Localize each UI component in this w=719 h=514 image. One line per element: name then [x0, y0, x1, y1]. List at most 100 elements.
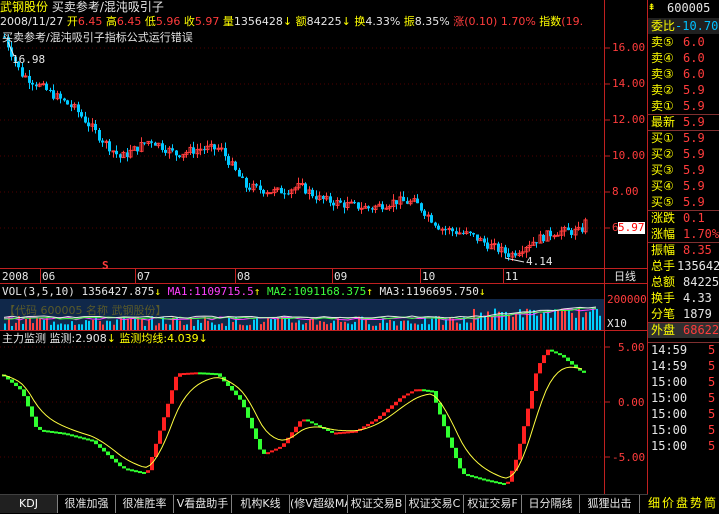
- volume-bar: [200, 322, 202, 330]
- tick-price: 5: [708, 407, 716, 421]
- volume-bar: [60, 323, 62, 330]
- volume-bar: [46, 318, 48, 330]
- monitor-bar: [142, 471, 146, 474]
- monitor-bar: [442, 414, 446, 427]
- volume-bar: [407, 320, 409, 330]
- indicator-tab[interactable]: (修V超级MACD): [290, 495, 348, 513]
- monitor-bar: [166, 403, 170, 418]
- candle-body: [41, 83, 46, 86]
- indicator-tab[interactable]: KDJ: [0, 495, 58, 513]
- monitor-bar: [26, 396, 30, 407]
- stat-row-label: 换手: [651, 291, 676, 305]
- candle-body: [367, 206, 370, 209]
- monitor-bar: [546, 349, 550, 356]
- candle-body: [150, 141, 153, 143]
- panel-tab[interactable]: 筒: [704, 494, 716, 513]
- volume-bar: [57, 324, 59, 330]
- monitor-bar: [394, 401, 398, 406]
- monitor-bar: [242, 399, 246, 408]
- buy-row-value: 5.9: [683, 179, 705, 193]
- period-selector[interactable]: 日线: [614, 271, 636, 283]
- volume-bar: [599, 315, 601, 330]
- monitor-bar: [246, 407, 250, 418]
- monitor-bar: [218, 373, 222, 377]
- monitor-bar: [118, 462, 122, 467]
- panel-tab[interactable]: 细: [648, 494, 660, 513]
- sell-row-label: 卖②: [651, 83, 674, 97]
- buy-row-label: 买③: [651, 163, 674, 177]
- volume-bar: [456, 322, 458, 330]
- volume-bar: [340, 321, 342, 330]
- volume-bar: [116, 319, 118, 330]
- indicator-tab[interactable]: 权证交易F: [464, 495, 522, 513]
- candle-body: [549, 230, 552, 237]
- indicator-tab[interactable]: 机构K线: [232, 495, 290, 513]
- volume-bar: [141, 318, 143, 330]
- monitor-bar: [258, 438, 262, 450]
- sell-row-value: 5.9: [683, 99, 705, 113]
- volume-bar: [382, 318, 384, 330]
- monitor-bar: [314, 423, 318, 426]
- volume-bar: [270, 319, 272, 330]
- volume-bar: [298, 320, 300, 330]
- volume-bar: [193, 325, 195, 330]
- period-low-label: 4.14: [526, 255, 553, 268]
- sell-row: 卖② 5.9: [648, 82, 719, 98]
- volume-bar: [186, 324, 188, 330]
- monitor-bar: [498, 482, 502, 485]
- volume-bar: [78, 324, 80, 330]
- monitor-bar: [334, 432, 338, 435]
- monitor-bar: [522, 426, 526, 444]
- pin-icon[interactable]: ⇞: [648, 0, 660, 13]
- ohlc-date: 2008/11/27: [0, 15, 64, 28]
- candle-body: [136, 146, 139, 152]
- indicator-tab[interactable]: 很准加强: [58, 495, 116, 513]
- panel-tab[interactable]: 盘: [676, 494, 688, 513]
- buy-row: 买③ 5.9: [648, 162, 719, 178]
- monitor-bar: [22, 389, 26, 397]
- high-label: 高: [105, 15, 117, 28]
- volume-bar: [557, 309, 559, 330]
- quote-panel: ⇞ 600005 委比 -10.70 卖⑤ 6.0 卖④ 6.0 卖③ 6.0 卖② 5.9 卖…: [648, 0, 719, 513]
- indicator-tab[interactable]: 狐狸出击: [580, 495, 640, 513]
- volume-bar: [547, 310, 549, 330]
- monitor-bar: [474, 476, 478, 479]
- monitor-bar: [18, 386, 22, 390]
- indicator-name[interactable]: 买卖参考/混沌吸引子: [52, 0, 164, 14]
- candle-body: [555, 234, 560, 237]
- y-tick: 14.00: [612, 77, 646, 90]
- current-price-tag: 5.97: [618, 221, 645, 234]
- volume-bar: [50, 324, 52, 330]
- monitor-bar: [30, 406, 34, 417]
- volume-bar: [414, 323, 416, 330]
- monitor-bar: [542, 355, 546, 364]
- x-axis-label: 2008: [2, 270, 29, 283]
- monitor-bar: [558, 353, 562, 356]
- candle-body: [171, 148, 174, 151]
- y-tick: 12.00: [612, 113, 646, 126]
- panel-tab[interactable]: 价: [662, 494, 674, 513]
- indicator-tabs: KDJ很准加强很准胜率V看盘助手机构K线(修V超级MACD)权证交易B权证交易C…: [0, 494, 648, 514]
- volume-bar: [585, 312, 587, 330]
- volume-bar: [256, 316, 258, 330]
- panel-tab[interactable]: 势: [690, 494, 702, 513]
- candle-body: [31, 82, 34, 85]
- volume-bar: [333, 320, 335, 330]
- divider: [648, 342, 719, 343]
- stat-row: 总额 84225: [648, 274, 719, 290]
- index-label: 指数: [539, 15, 562, 28]
- candle-body: [395, 200, 398, 205]
- indicator-tab[interactable]: 权证交易C: [406, 495, 464, 513]
- chart-canvas[interactable]: [0, 0, 648, 494]
- indicator-tab[interactable]: 很准胜率: [116, 495, 174, 513]
- volume-bar: [487, 311, 489, 330]
- stat-row-label: 涨跌: [651, 211, 676, 225]
- indicator-tab[interactable]: 日分隔线: [522, 495, 580, 513]
- indicator-tab[interactable]: V看盘助手: [174, 495, 232, 513]
- candle-body: [98, 130, 101, 141]
- volume-bar: [449, 317, 451, 330]
- indicator-tab[interactable]: 权证交易B: [348, 495, 406, 513]
- volume-bar: [477, 317, 479, 330]
- close-value: 5.97: [194, 15, 220, 28]
- volume-bar: [484, 316, 486, 330]
